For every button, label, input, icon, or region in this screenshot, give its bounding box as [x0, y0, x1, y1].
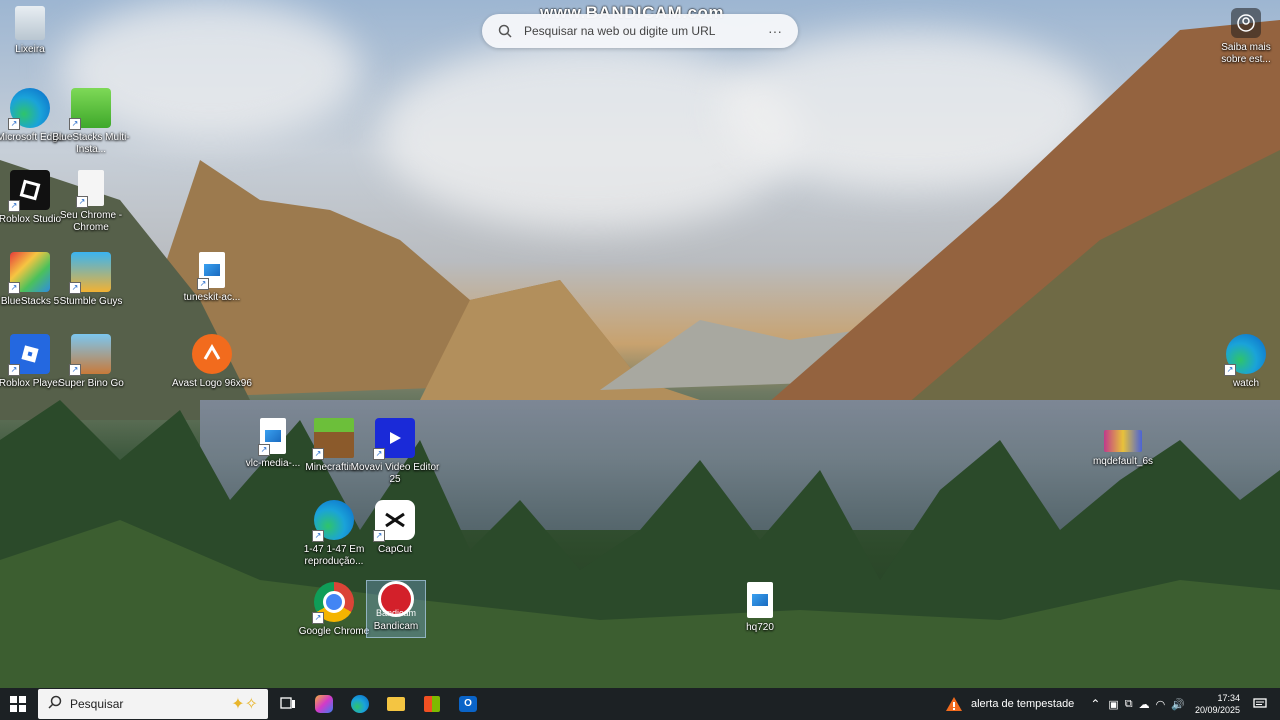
wifi-icon[interactable]: ◠: [1156, 698, 1166, 711]
taskbar-store[interactable]: [414, 688, 450, 720]
desktop-icon-label: hq720: [746, 622, 774, 633]
roblox-studio-icon: ↗: [8, 170, 50, 212]
sparkle-icon: ✦✧: [231, 696, 258, 713]
desktop-icon-capcut[interactable]: ↗ CapCut: [349, 500, 441, 556]
browser-search-bar[interactable]: Pesquisar na web ou digite um URL ···: [482, 14, 798, 48]
edge-icon: ↗: [312, 500, 354, 542]
desktop-icon-bandicam[interactable]: Bandicam Bandicam: [366, 580, 426, 638]
thumbnail-icon: [1104, 430, 1142, 452]
desktop-icon-label: watch: [1232, 378, 1260, 389]
browser-search-input[interactable]: Pesquisar na web ou digite um URL: [524, 24, 768, 38]
desktop-icon-super-bino[interactable]: ↗ Super Bino Go: [45, 334, 137, 390]
bandicam-icon: Bandicam: [375, 581, 417, 618]
desktop-icon-label: Lixeira: [15, 44, 45, 55]
clock-date: 20/09/2025: [1194, 705, 1240, 715]
desktop-icon-label: mqdefault_6s: [1092, 456, 1154, 467]
store-icon: [424, 696, 440, 712]
file-icon: ↗: [76, 170, 104, 208]
desktop-icon-label: Stumble Guys: [59, 296, 123, 307]
desktop-icon-label: tuneskit-ac...: [183, 292, 241, 303]
copilot-icon: [315, 695, 333, 713]
desktop-icon-seu-chrome[interactable]: ↗ Seu Chrome - Chrome: [45, 170, 137, 234]
camera-icon: [1231, 8, 1261, 38]
edge-icon: ↗: [8, 88, 50, 130]
movavi-icon: ↗: [373, 418, 415, 460]
desktop-icon-label: Google Chrome: [298, 626, 370, 637]
task-view-button[interactable]: [270, 688, 306, 720]
chevron-up-icon: ⌃: [1090, 697, 1101, 711]
desktop-icon-movavi[interactable]: ↗ Movavi Video Editor 25: [349, 418, 441, 486]
desktop-icon-watch[interactable]: ↗ watch: [1200, 334, 1280, 390]
desktop-wallpaper: www.BANDICAM.com Pesquisar na web ou dig…: [0, 0, 1280, 688]
avast-icon: [192, 334, 232, 374]
taskbar-search-box[interactable]: Pesquisar ✦✧: [38, 689, 268, 719]
saiba-mais-button[interactable]: Saiba mais sobre est...: [1200, 8, 1280, 66]
bandicam-overlay-label: Bandicam: [375, 608, 417, 618]
task-view-icon: [280, 697, 295, 709]
capcut-icon: ↗: [373, 500, 415, 542]
desktop-icon-label: Seu Chrome - Chrome: [59, 210, 123, 233]
notification-button[interactable]: [1240, 688, 1280, 720]
desktop-icon-bluestacks-multi[interactable]: ↗ BlueStacks Multi-Insta...: [45, 88, 137, 156]
forest: [0, 400, 1280, 688]
desktop-icon-label: CapCut: [378, 544, 412, 555]
edge-icon: ↗: [1224, 334, 1266, 376]
image-file-icon: [747, 582, 773, 618]
windows-icon: [10, 696, 26, 712]
taskbar-file-explorer[interactable]: [378, 688, 414, 720]
bluestacks-multi-icon: ↗: [69, 88, 111, 130]
taskbar: Pesquisar ✦✧ O alerta de tempestade ⌃ ▣ …: [0, 688, 1280, 720]
desktop-icon-avast[interactable]: Avast Logo 96x96: [166, 334, 258, 390]
desktop-icon-label: Avast Logo 96x96: [172, 378, 252, 389]
desktop-icon-label: Bandicam: [373, 621, 419, 632]
taskbar-edge[interactable]: [342, 688, 378, 720]
stumble-guys-icon: ↗: [69, 252, 111, 294]
image-file-icon: ↗: [197, 252, 225, 290]
image-file-icon: ↗: [258, 418, 286, 456]
meet-icon[interactable]: ▣: [1108, 698, 1118, 711]
weather-widget[interactable]: alerta de tempestade: [945, 688, 1074, 720]
camera-tray-icon[interactable]: ⧉: [1125, 698, 1133, 711]
bluestacks-icon: ↗: [8, 252, 50, 294]
weather-text: alerta de tempestade: [970, 698, 1075, 710]
outlook-icon: O: [459, 696, 477, 712]
desktop-icon-label: BlueStacks Multi-Insta...: [52, 132, 130, 155]
start-button[interactable]: [0, 688, 36, 720]
taskbar-outlook[interactable]: O: [450, 688, 486, 720]
chrome-icon: ↗: [312, 582, 354, 624]
cloud-icon[interactable]: ☁: [1139, 698, 1150, 711]
desktop-icon-lixeira[interactable]: Lixeira: [0, 6, 76, 56]
desktop-icon-label: Super Bino Go: [58, 378, 124, 389]
search-icon: [48, 695, 62, 714]
taskbar-copilot[interactable]: [306, 688, 342, 720]
folder-icon: [387, 697, 405, 711]
desktop-icon-stumble-guys[interactable]: ↗ Stumble Guys: [45, 252, 137, 308]
desktop-icon-tuneskit[interactable]: ↗ tuneskit-ac...: [166, 252, 258, 304]
search-icon: [498, 24, 512, 38]
edge-icon: [351, 695, 369, 713]
tray-overflow-button[interactable]: ⌃: [1090, 697, 1100, 711]
desktop-icon-label: Movavi Video Editor 25: [350, 462, 440, 485]
super-bino-icon: ↗: [69, 334, 111, 376]
desktop-icon-hq720[interactable]: hq720: [714, 582, 806, 634]
notification-icon: [1253, 698, 1267, 708]
warning-icon: [945, 697, 962, 711]
roblox-player-icon: ↗: [8, 334, 50, 376]
minecraft-icon: ↗: [312, 418, 354, 460]
clock-time: 17:34: [1217, 693, 1240, 703]
volume-icon[interactable]: 🔊: [1171, 698, 1185, 711]
recycle-bin-icon: [15, 6, 45, 40]
saiba-mais-label: Saiba mais sobre est...: [1221, 42, 1271, 65]
desktop-icon-mqdefault[interactable]: mqdefault_6s: [1077, 430, 1169, 468]
taskbar-search-input[interactable]: Pesquisar: [70, 697, 123, 711]
more-options-icon[interactable]: ···: [768, 23, 782, 39]
tray-icons: ▣ ⧉ ☁ ◠ 🔊: [1108, 698, 1185, 711]
clock[interactable]: 17:34 20/09/2025: [1195, 692, 1240, 716]
